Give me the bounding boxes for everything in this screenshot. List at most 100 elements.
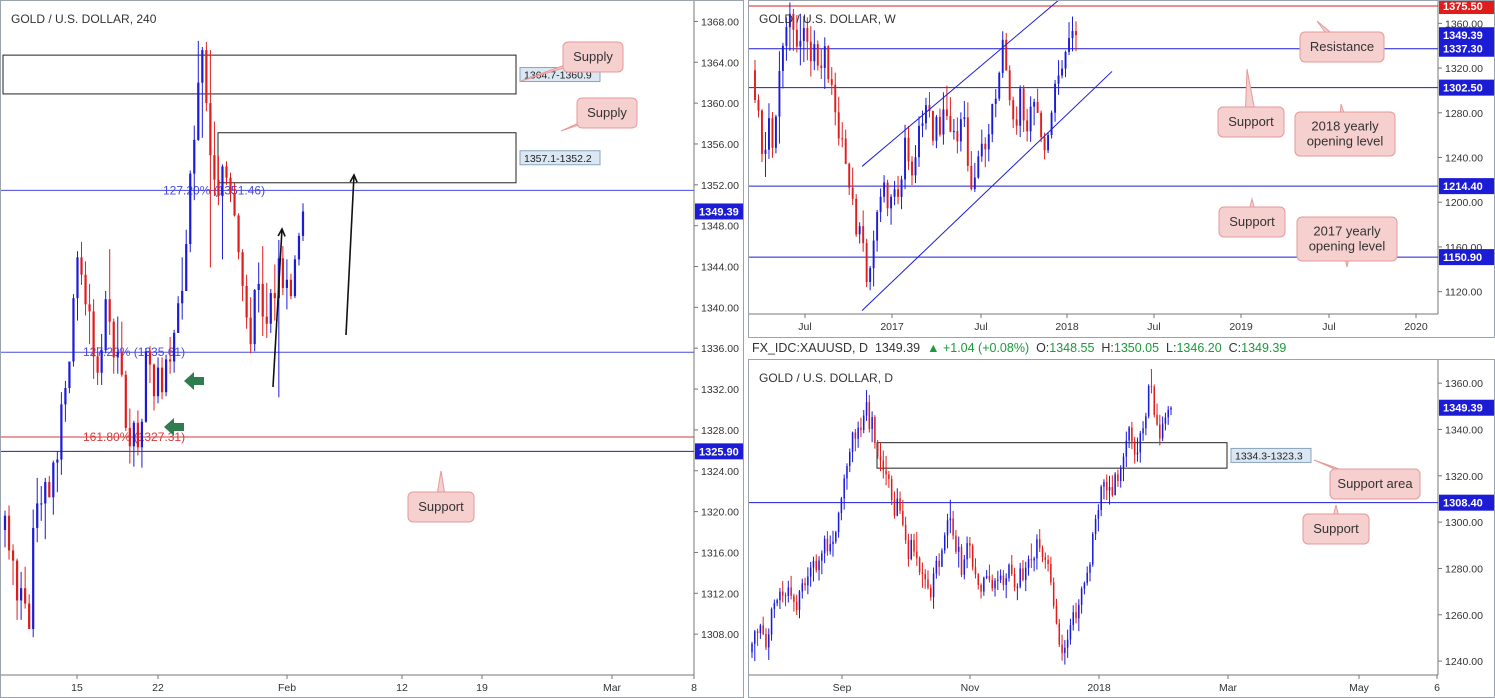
daily-candle-body: [762, 625, 764, 635]
weekly-candle-body: [1019, 88, 1022, 126]
daily-candle-body: [930, 587, 932, 598]
weekly-candle-body: [998, 72, 1001, 99]
daily-candle-body: [807, 576, 809, 586]
daily-y-tick-label: 1280.00: [1445, 563, 1483, 575]
weekly-y-tick-label: 1280.00: [1445, 108, 1483, 120]
daily-candle-body: [1047, 560, 1049, 565]
weekly-resistance-callout: Resistance: [1299, 20, 1385, 63]
weekly-candle-body: [991, 103, 994, 135]
weekly-x-tick-label: Jul: [798, 321, 811, 333]
weekly-candle-body: [1033, 101, 1036, 107]
daily-candle-body: [821, 553, 823, 561]
weekly-candle-body: [1054, 83, 1057, 113]
daily-candle-body: [804, 583, 806, 586]
h4-supply-callout-2-text: Supply: [587, 105, 627, 120]
weekly-candle-body: [970, 165, 973, 190]
h4-candle-body: [193, 139, 196, 174]
h4-candle-body: [100, 350, 103, 373]
daily-candle-body: [943, 535, 946, 551]
h4-candle-body: [148, 351, 152, 365]
weekly-level-tag-label: 1337.30: [1443, 44, 1483, 56]
weekly-candle-body: [935, 116, 938, 141]
h4-candle-body: [120, 352, 123, 375]
daily-chart-panel[interactable]: 1360.00 1340.00 1320.00 1300.00 1280.00 1260.…: [748, 359, 1495, 698]
daily-x-tick-label: Sep: [833, 682, 852, 694]
h4-y-tick-label: 1364.00: [701, 57, 739, 69]
weekly-candle-body: [987, 134, 990, 150]
daily-candle-body: [798, 591, 801, 610]
daily-candle-body: [1030, 559, 1033, 561]
h4-candle-body: [245, 285, 248, 318]
h4-candle-body: [144, 351, 148, 422]
h4-chart[interactable]: 1368.00 1364.00 1360.00 1356.00 1352.00 1348.…: [1, 1, 743, 697]
weekly-candle-body: [781, 45, 784, 71]
daily-candle-body: [988, 576, 991, 580]
daily-candle-body: [1128, 427, 1130, 441]
weekly-chart-title: GOLD / U.S. DOLLAR, W: [759, 12, 896, 26]
h4-y-tick-label: 1352.00: [701, 180, 739, 192]
daily-candle-body: [902, 510, 904, 525]
h4-black-arrow-2-line: [345, 174, 355, 336]
close-label: C:: [1228, 341, 1242, 355]
h4-level-tag-label: 1325.90: [699, 446, 739, 458]
weekly-candle-body: [938, 116, 941, 135]
h4-candle-body: [185, 244, 188, 292]
daily-candle-body: [949, 518, 952, 521]
weekly-candle-body: [956, 131, 959, 142]
daily-candle-body: [879, 456, 882, 461]
h4-candle-body: [28, 603, 31, 630]
weekly-y-tick-label: 1240.00: [1445, 153, 1483, 165]
daily-candle-body: [1092, 533, 1094, 565]
h4-x-tick-label: 19: [476, 682, 488, 694]
daily-candle-body: [823, 538, 826, 554]
daily-candle-body: [1122, 456, 1125, 468]
weekly-chart-panel[interactable]: 1360.00 1320.00 1280.00 1240.00 1200.00 1160.…: [748, 0, 1495, 338]
daily-chart[interactable]: 1360.00 1340.00 1320.00 1300.00 1280.00 1260.…: [749, 360, 1494, 697]
daily-y-tick-label: 1320.00: [1445, 471, 1483, 483]
daily-candle-body: [851, 432, 854, 452]
h4-candle-body: [20, 588, 23, 601]
h4-candle-body: [201, 50, 204, 83]
weekly-level-tag-label: 1375.50: [1443, 1, 1483, 13]
h4-candle-body: [217, 179, 220, 197]
h4-candle-body: [3, 515, 7, 530]
weekly-2017-open-callout: 2017 yearlyopening level: [1296, 216, 1398, 268]
h4-candle-body: [249, 317, 252, 345]
green-arrow-icon: [184, 372, 204, 390]
h4-chart-panel[interactable]: 1368.00 1364.00 1360.00 1356.00 1352.00 1348.…: [0, 0, 744, 698]
daily-candle-body: [888, 474, 890, 480]
daily-candle-body: [1024, 567, 1027, 581]
h4-y-tick-label: 1344.00: [701, 262, 739, 274]
h4-candle-body: [64, 388, 67, 405]
weekly-chart[interactable]: 1360.001320.001280.001240.001200.001160.…: [749, 1, 1494, 337]
h4-candle-body: [285, 279, 288, 288]
low-value: 1346.20: [1176, 341, 1222, 355]
weekly-candle-body: [869, 268, 872, 283]
weekly-candle-body: [764, 149, 767, 154]
h4-candle-body: [128, 427, 131, 447]
daily-candle-body: [1100, 486, 1102, 511]
weekly-candle-body: [813, 44, 816, 62]
h4-candle-body: [205, 50, 208, 104]
h4-candle-body: [108, 299, 111, 322]
daily-candle-body: [999, 575, 1002, 580]
weekly-candle-body: [921, 123, 924, 126]
daily-candle-body: [1147, 385, 1150, 417]
daily-candle-body: [1086, 572, 1088, 584]
daily-x-tick-label: Nov: [961, 682, 980, 694]
high-value: 1350.05: [1113, 341, 1160, 355]
daily-candle-body: [991, 579, 993, 589]
daily-candle-body: [1111, 487, 1114, 496]
weekly-candle-body: [858, 226, 861, 235]
daily-candle-body: [974, 567, 977, 575]
daily-y-tick-label: 1300.00: [1445, 517, 1483, 529]
daily-candle-body: [826, 538, 829, 552]
daily-x-tick-label: 2018: [1087, 682, 1111, 694]
h4-candle-body: [96, 356, 99, 373]
daily-candle-body: [1069, 624, 1072, 640]
h4-candle-body: [181, 291, 184, 304]
daily-candle-body: [759, 625, 762, 634]
daily-candle-body: [843, 478, 845, 499]
daily-candle-body: [1164, 417, 1167, 424]
h4-x-tick-label: Feb: [278, 682, 296, 694]
